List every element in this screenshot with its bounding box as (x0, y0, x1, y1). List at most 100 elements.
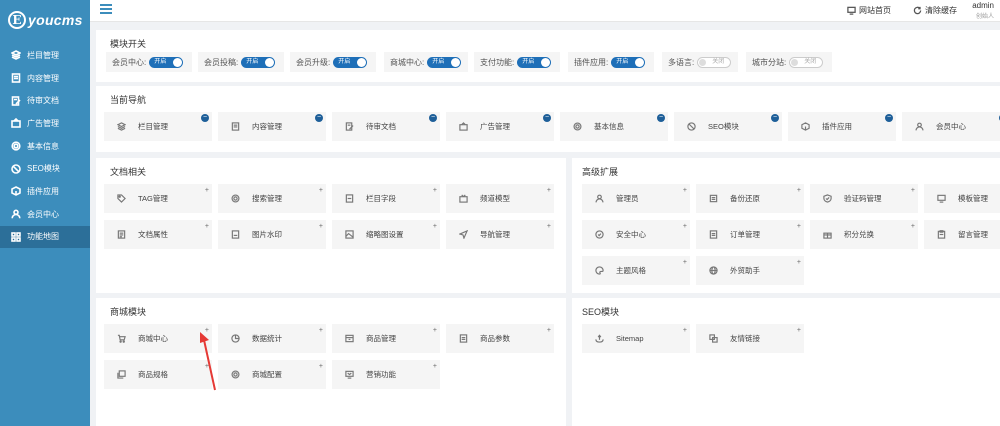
advanced-section-card[interactable]: 验证码管理 + (810, 184, 918, 213)
top-bar: 网站首页 清除缓存 admin 创始人 (90, 0, 1000, 22)
current-nav-card[interactable]: 广告管理 − (446, 112, 554, 141)
advanced-section-card[interactable]: 安全中心 + (582, 220, 690, 249)
current-nav-card[interactable]: 会员中心− (902, 112, 1000, 141)
advanced-section-card[interactable]: 主题风格 + (582, 256, 690, 285)
current-nav-card[interactable]: 内容管理 − (218, 112, 326, 141)
add-icon[interactable]: + (683, 259, 687, 266)
doc-section-card[interactable]: 导航管理 + (446, 220, 554, 249)
doc-section-card[interactable]: 缩略图设置 + (332, 220, 440, 249)
remove-icon[interactable]: − (885, 114, 893, 122)
advanced-section-card[interactable]: 留言管理+ (924, 220, 1000, 249)
current-nav-card[interactable]: SEO模块 − (674, 112, 782, 141)
doc-section-card[interactable]: 搜索管理 + (218, 184, 326, 213)
shop-section-card[interactable]: 商品管理 + (332, 324, 440, 353)
add-icon[interactable]: + (547, 327, 551, 334)
add-icon[interactable]: + (319, 363, 323, 370)
menu-toggle-icon[interactable] (100, 4, 112, 14)
advanced-section-card[interactable]: 备份还原 + (696, 184, 804, 213)
module-toggle[interactable]: 开启 (427, 56, 462, 68)
module-toggle[interactable]: 开启 (611, 56, 646, 68)
current-nav-card[interactable]: 待审文档 − (332, 112, 440, 141)
seo-section-card[interactable]: 友情链接 + (696, 324, 804, 353)
doc-section-card[interactable]: 栏目字段 + (332, 184, 440, 213)
sidebar-item[interactable]: 插件应用 (0, 180, 90, 203)
doc-section-card[interactable]: 文档属性 + (104, 220, 212, 249)
sidebar-item[interactable]: 待审文档 (0, 89, 90, 112)
add-icon[interactable]: + (547, 187, 551, 194)
sidebar-item[interactable]: 广告管理 (0, 112, 90, 135)
shop-section-card[interactable]: 商品参数 + (446, 324, 554, 353)
remove-icon[interactable]: − (771, 114, 779, 122)
module-toggle[interactable]: 开启 (149, 56, 184, 68)
add-icon[interactable]: + (911, 187, 915, 194)
sidebar-item[interactable]: 栏目管理 (0, 44, 90, 67)
add-icon[interactable]: + (547, 223, 551, 230)
site-home-link[interactable]: 网站首页 (847, 5, 891, 16)
add-icon[interactable]: + (433, 327, 437, 334)
module-toggle[interactable]: 开启 (241, 56, 276, 68)
doc-section-card[interactable]: 频道模型 + (446, 184, 554, 213)
module-toggle[interactable]: 关闭 (789, 56, 824, 68)
cart-icon (116, 334, 126, 344)
add-icon[interactable]: + (797, 327, 801, 334)
add-icon[interactable]: + (433, 223, 437, 230)
add-icon[interactable]: + (205, 187, 209, 194)
remove-icon[interactable]: − (315, 114, 323, 122)
advanced-section-card[interactable]: 订单管理 + (696, 220, 804, 249)
admin-account[interactable]: admin 创始人 (972, 1, 994, 20)
advanced-section-card[interactable]: 积分兑换 + (810, 220, 918, 249)
card-label: 商城中心 (138, 334, 168, 343)
remove-icon[interactable]: − (543, 114, 551, 122)
add-icon[interactable]: + (433, 363, 437, 370)
add-icon[interactable]: + (797, 187, 801, 194)
current-nav-card[interactable]: 栏目管理 − (104, 112, 212, 141)
card-label: 积分兑换 (844, 230, 874, 239)
card-label: 栏目管理 (138, 122, 168, 131)
add-icon[interactable]: + (683, 223, 687, 230)
sidebar-item[interactable]: 功能地图 (0, 225, 90, 249)
module-switch-label: 商城中心: (390, 57, 425, 67)
doc-section-card[interactable]: TAG管理 + (104, 184, 212, 213)
add-icon[interactable]: + (911, 223, 915, 230)
add-icon[interactable]: + (683, 327, 687, 334)
seo-title: SEO模块 (582, 307, 620, 317)
sidebar-item[interactable]: 内容管理 (0, 67, 90, 90)
add-icon[interactable]: + (797, 259, 801, 266)
module-toggle[interactable]: 关闭 (697, 56, 732, 68)
add-icon[interactable]: + (433, 187, 437, 194)
add-icon[interactable]: + (319, 223, 323, 230)
card-label: TAG管理 (138, 194, 168, 203)
list-icon (116, 230, 126, 240)
advanced-section-card[interactable]: 模板管理+ (924, 184, 1000, 213)
shop-section-card[interactable]: 营销功能 + (332, 360, 440, 389)
module-toggle[interactable]: 开启 (517, 56, 552, 68)
advanced-section-card[interactable]: 管理员 + (582, 184, 690, 213)
add-icon[interactable]: + (797, 223, 801, 230)
current-nav-card[interactable]: 基本信息 − (560, 112, 668, 141)
layers-icon (116, 122, 126, 132)
add-icon[interactable]: + (319, 187, 323, 194)
logo[interactable]: E youcms (0, 0, 90, 40)
add-icon[interactable]: + (683, 187, 687, 194)
clear-cache-link[interactable]: 清除缓存 (913, 5, 957, 16)
current-nav-card[interactable]: 插件应用 − (788, 112, 896, 141)
module-toggle[interactable]: 开启 (333, 56, 368, 68)
sidebar-item-label: 栏目管理 (27, 50, 59, 60)
add-icon[interactable]: + (205, 223, 209, 230)
seo-section-card[interactable]: Sitemap + (582, 324, 690, 353)
sidebar-item[interactable]: 会员中心 (0, 203, 90, 226)
globe-icon (708, 266, 718, 276)
shop-section-card[interactable]: 商城配置 + (218, 360, 326, 389)
shop-section-card[interactable]: 数据统计 + (218, 324, 326, 353)
remove-icon[interactable]: − (429, 114, 437, 122)
gear-icon (10, 140, 22, 152)
logo-text: youcms (28, 12, 83, 28)
sidebar-item[interactable]: SEO模块 (0, 157, 90, 180)
remove-icon[interactable]: − (201, 114, 209, 122)
remove-icon[interactable]: − (657, 114, 665, 122)
doc-section-card[interactable]: 图片水印 + (218, 220, 326, 249)
sidebar-item[interactable]: 基本信息 (0, 135, 90, 158)
advanced-section-card[interactable]: 外贸助手 + (696, 256, 804, 285)
add-icon[interactable]: + (319, 327, 323, 334)
card-label: 友情链接 (730, 334, 760, 343)
